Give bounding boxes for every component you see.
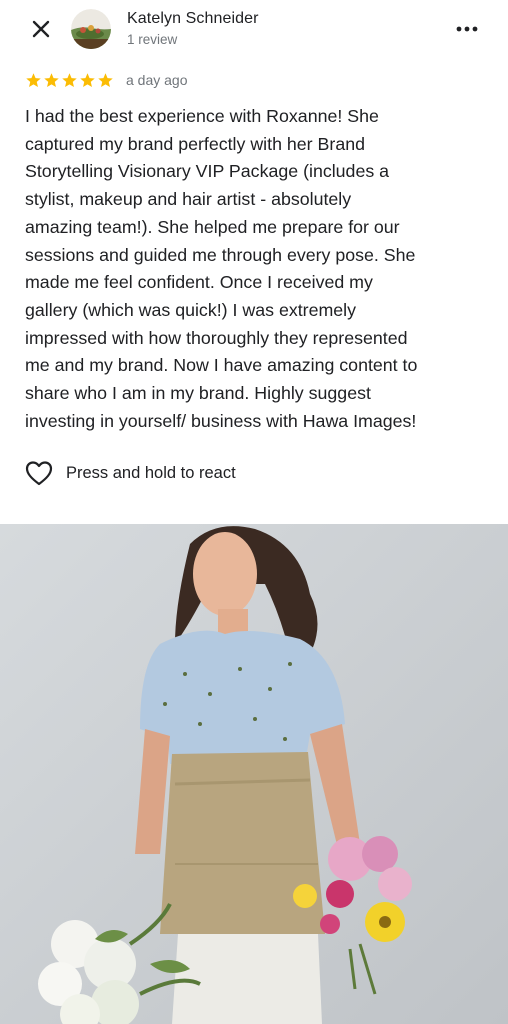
author-name[interactable]: Katelyn Schneider <box>127 10 259 28</box>
star-icon <box>80 72 95 87</box>
rating-row: a day ago <box>25 70 188 90</box>
review-header: Katelyn Schneider 1 review <box>0 0 508 60</box>
heart-outline-icon[interactable] <box>25 459 53 487</box>
close-button[interactable] <box>26 14 56 44</box>
more-options-button[interactable] <box>450 14 484 44</box>
more-vert-icon <box>456 26 478 32</box>
review-date: a day ago <box>126 72 188 88</box>
react-label: Press and hold to react <box>66 463 236 482</box>
review-text: I had the best experience with Roxanne! … <box>25 106 418 431</box>
review-photo[interactable] <box>0 524 508 1024</box>
star-rating <box>25 72 114 89</box>
star-icon <box>26 72 41 87</box>
react-button[interactable]: Press and hold to react <box>25 458 236 488</box>
star-icon <box>62 72 77 87</box>
star-icon <box>98 72 113 87</box>
author-review-count: 1 review <box>127 32 178 47</box>
close-icon <box>32 20 50 38</box>
star-icon <box>44 72 59 87</box>
avatar[interactable] <box>71 9 111 49</box>
